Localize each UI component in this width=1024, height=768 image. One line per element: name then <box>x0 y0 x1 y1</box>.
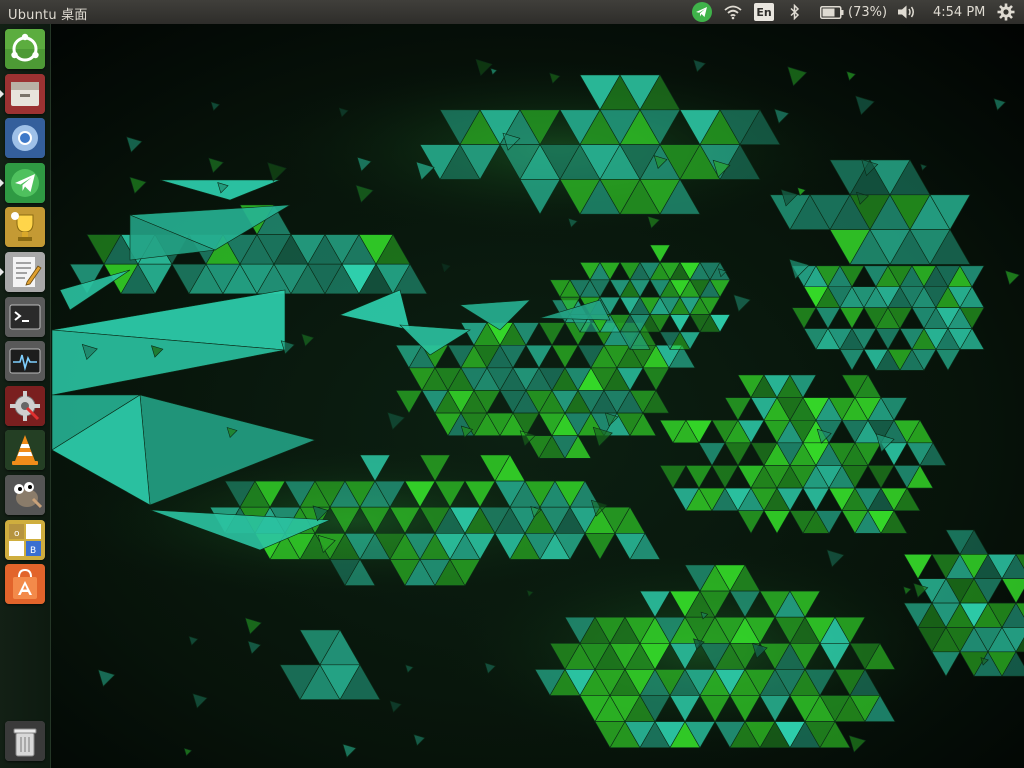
running-indicator <box>0 89 4 98</box>
launcher-item-system-settings[interactable] <box>5 385 45 426</box>
launcher-item-text-editor[interactable] <box>5 252 45 292</box>
svg-text:B: B <box>30 546 36 556</box>
launcher-item-winner-app[interactable] <box>5 207 45 248</box>
launcher-item-gimp[interactable] <box>5 475 45 515</box>
settings-gear-icon <box>5 385 45 426</box>
launcher-item-dash-home[interactable] <box>5 29 45 69</box>
bluetooth-icon[interactable] <box>789 0 801 24</box>
svg-text:o: o <box>14 529 20 539</box>
launcher-item-libreoffice-base[interactable]: oB <box>5 519 45 560</box>
launcher-item-chromium[interactable] <box>5 118 45 159</box>
office-grid-icon: oB <box>5 519 45 560</box>
file-cabinet-icon <box>5 73 45 114</box>
keyboard-layout-label: En <box>754 3 774 21</box>
launcher-item-files[interactable] <box>5 73 45 114</box>
text-editor-icon <box>5 252 45 292</box>
battery-percentage: (73%) <box>848 4 888 20</box>
gear-icon[interactable] <box>997 0 1015 24</box>
running-indicator <box>0 178 4 187</box>
chromium-icon <box>5 118 45 159</box>
software-center-bag-icon <box>5 564 45 605</box>
ubuntu-logo-icon <box>5 29 45 69</box>
running-indicator <box>0 268 4 276</box>
battery-icon <box>820 5 844 19</box>
system-monitor-icon <box>5 341 45 382</box>
launcher-item-software-center[interactable] <box>5 564 45 605</box>
launcher-item-system-monitor[interactable] <box>5 341 45 382</box>
keyboard-layout-indicator[interactable]: En <box>754 0 774 24</box>
vlc-cone-icon <box>5 430 45 471</box>
gimp-icon <box>5 475 45 515</box>
wifi-icon[interactable] <box>724 0 742 24</box>
telegram-icon <box>5 162 45 203</box>
desktop-wallpaper <box>0 24 1024 768</box>
desktop-title: Ubuntu 桌面 <box>8 8 88 23</box>
battery-indicator[interactable]: (73%) <box>820 0 887 24</box>
launcher-item-vlc[interactable] <box>5 430 45 471</box>
launcher: oB <box>0 24 51 768</box>
speaker-icon[interactable] <box>897 0 917 24</box>
launcher-item-telegram[interactable] <box>5 162 45 203</box>
launcher-item-trash[interactable] <box>5 721 45 761</box>
telegram-tray-icon[interactable] <box>691 0 713 24</box>
trophy-icon <box>5 207 45 248</box>
clock[interactable]: 4:54 PM <box>933 0 985 24</box>
trash-icon <box>5 721 45 761</box>
top-panel: Ubuntu 桌面 En (73%) 4:54 PM <box>0 0 1024 24</box>
terminal-icon <box>5 296 45 337</box>
launcher-item-terminal[interactable] <box>5 296 45 337</box>
